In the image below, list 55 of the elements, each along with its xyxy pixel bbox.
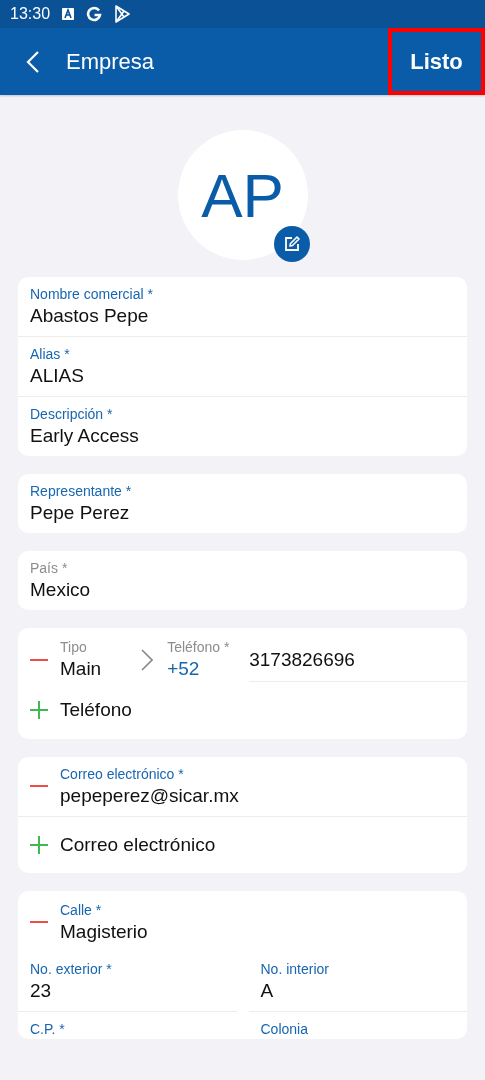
edit-icon: [282, 235, 301, 253]
field-value: Magisterio: [60, 920, 148, 944]
add-button[interactable]: Teléfono: [18, 682, 144, 739]
phone-type-field[interactable]: Tipo Main: [60, 638, 102, 682]
field-label: Teléfono *: [167, 638, 230, 656]
form-field[interactable]: Representante * Pepe Perez: [18, 474, 467, 533]
form-field[interactable]: País * Mexico: [18, 551, 467, 610]
remove-button[interactable]: [30, 920, 48, 923]
form-field[interactable]: No. exterior * 23: [18, 952, 237, 1012]
field-value: Main: [60, 657, 102, 681]
field-value: A: [260, 979, 274, 1003]
field-value: Early Access: [30, 424, 139, 448]
field-label: Tipo: [60, 638, 87, 656]
play-store-icon: [114, 5, 131, 23]
field-label: Colonia: [260, 1020, 308, 1038]
field-label: No. exterior *: [30, 960, 112, 978]
screen-title: Empresa: [66, 48, 155, 76]
add-button[interactable]: Correo electrónico: [18, 816, 228, 873]
plus-icon: [30, 701, 48, 720]
status-time: 13:30: [10, 4, 51, 24]
notification-icon: [62, 8, 75, 20]
back-icon[interactable]: [26, 50, 40, 73]
field-label: Alias *: [30, 345, 70, 363]
field-label: Correo electrónico *: [60, 764, 184, 783]
chevron-right-icon: [141, 649, 154, 671]
field-label: C.P. *: [30, 1020, 65, 1038]
form-field[interactable]: No. interior A: [248, 952, 467, 1012]
field-value: 3173826696: [249, 648, 355, 672]
form-field[interactable]: Colonia: [248, 1012, 467, 1038]
field-value: ALIAS: [30, 364, 84, 388]
plus-icon: [30, 835, 48, 854]
done-button[interactable]: Listo: [388, 28, 485, 95]
field-label: Descripción *: [30, 405, 113, 423]
field-label: No. interior: [260, 960, 329, 978]
field-label: Calle *: [60, 901, 102, 919]
form-field[interactable]: Calle * Magisterio: [60, 891, 467, 952]
country-code: +52: [167, 657, 200, 681]
field-label: Representante *: [30, 482, 132, 500]
avatar-initials: AP: [201, 159, 284, 232]
form-field[interactable]: Descripción * Early Access: [18, 397, 467, 456]
field-value: 23: [30, 979, 52, 1003]
form-field[interactable]: Nombre comercial * Abastos Pepe: [18, 277, 467, 337]
form-field[interactable]: Alias * ALIAS: [18, 337, 467, 397]
field-value: pepeperez@sicar.mx: [60, 783, 239, 808]
form-field[interactable]: C.P. *: [18, 1012, 237, 1038]
country-code-field[interactable]: Teléfono * +52: [167, 638, 250, 682]
phone-number-field[interactable]: 3173826696: [249, 638, 467, 682]
field-value: Pepe Perez: [30, 501, 130, 525]
g-icon: [86, 6, 103, 22]
edit-button[interactable]: [273, 226, 310, 262]
field-label: País *: [30, 559, 68, 577]
form-field[interactable]: Correo electrónico * pepeperez@sicar.mx: [60, 756, 467, 816]
field-value: Mexico: [30, 578, 91, 602]
field-label: Nombre comercial *: [30, 285, 153, 303]
field-value: Abastos Pepe: [30, 304, 149, 328]
